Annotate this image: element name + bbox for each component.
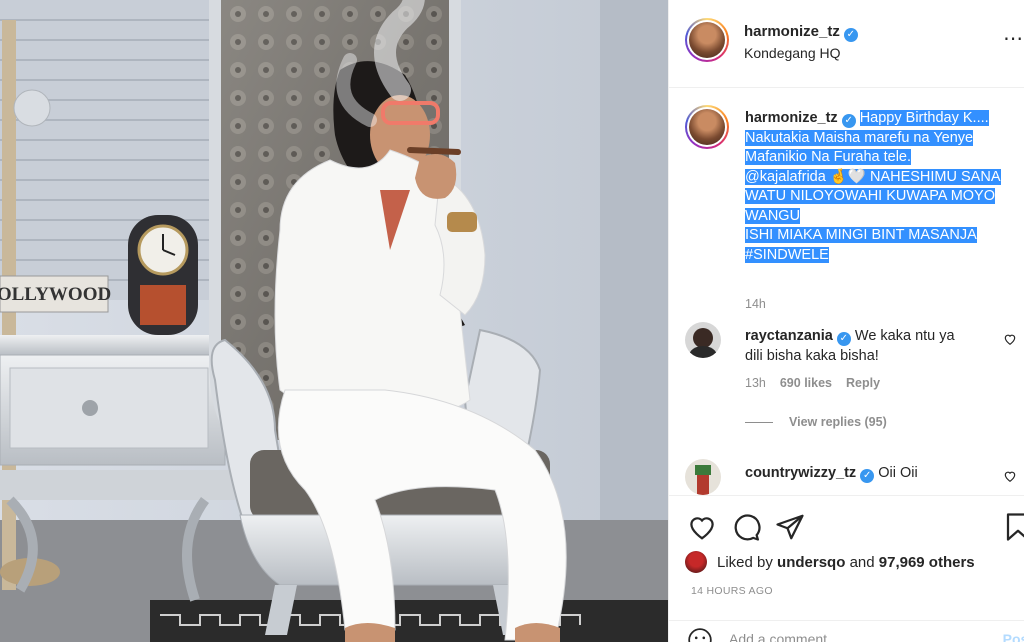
commenter-avatar[interactable]: [685, 459, 721, 495]
caption-avatar[interactable]: [685, 105, 729, 149]
reply-button[interactable]: Reply: [846, 376, 880, 390]
verified-badge-icon: ✓: [836, 332, 851, 346]
comment-meta: 13h 690 likes Reply: [745, 376, 880, 390]
caption-line: #SINDWELE: [745, 246, 829, 263]
verified-badge-icon: ✓: [841, 114, 856, 128]
commenter-username[interactable]: countrywizzy_tz: [745, 465, 856, 481]
replies-divider: [745, 422, 773, 424]
post-header: harmonize_tz ✓ Kondegang HQ ⋯: [669, 0, 1024, 88]
likes-prefix: Liked by: [717, 553, 773, 571]
post-photo[interactable]: OLLYWOOD: [0, 0, 668, 642]
share-paper-plane-icon[interactable]: [775, 512, 805, 542]
post-time-ago[interactable]: 14 HOURS AGO: [691, 585, 773, 597]
like-heart-icon[interactable]: [687, 512, 717, 542]
caption-text: harmonize_tz ✓ Happy Birthday K.... Nakut…: [745, 109, 1024, 265]
comment-likes[interactable]: 690 likes: [780, 376, 832, 390]
photo-illustration: OLLYWOOD: [0, 0, 668, 642]
caption-timestamp[interactable]: 14h: [745, 297, 766, 311]
liker-avatar[interactable]: [685, 551, 707, 573]
view-replies-button[interactable]: View replies (95): [745, 415, 887, 429]
caption-username[interactable]: harmonize_tz: [745, 110, 838, 126]
post-side-panel: harmonize_tz ✓ Kondegang HQ ⋯ harmonize_t…: [668, 0, 1024, 642]
caption-line: WATU NILOYOWAHI KUWAPA MOYO: [745, 188, 996, 204]
commenter-avatar[interactable]: [685, 322, 721, 358]
comment-bubble-icon[interactable]: [731, 512, 761, 542]
caption-line: ISHI MIAKA MINGI BINT MASANJA: [745, 227, 977, 243]
like-comment-heart-icon[interactable]: [1003, 332, 1017, 346]
liker-username[interactable]: undersqo: [777, 554, 845, 571]
emoji-smiley-icon[interactable]: [687, 627, 713, 642]
verified-badge-icon: ✓: [860, 469, 875, 483]
comment-text: countrywizzy_tz ✓ Oii Oii: [745, 463, 995, 483]
author-username[interactable]: harmonize_tz ✓: [744, 23, 858, 42]
more-options-icon[interactable]: ⋯: [1003, 26, 1024, 51]
comment-text: rayctanzania ✓ We kaka ntu ya dili bisha …: [745, 326, 995, 366]
comment-time[interactable]: 13h: [745, 376, 766, 390]
comment-body: dili bisha kaka bisha!: [745, 348, 879, 364]
post-comment-button[interactable]: Post: [1003, 631, 1024, 642]
comment-body: We kaka ntu ya: [854, 328, 955, 344]
hollywood-sign: OLLYWOOD: [0, 284, 111, 305]
save-bookmark-icon[interactable]: [1003, 512, 1024, 542]
commenter-username[interactable]: rayctanzania: [745, 328, 833, 344]
like-comment-heart-icon[interactable]: [1003, 469, 1017, 483]
caption-line: WANGU: [745, 207, 801, 224]
caption-line: @kajalafrida 🤞🤍 NAHESHIMU SANA: [745, 168, 1001, 185]
caption-line: Mafanikio Na Furaha tele.: [745, 149, 912, 165]
likes-summary[interactable]: Liked by undersqo and 97,969 others: [685, 550, 975, 574]
caption-line: Happy Birthday K....: [859, 110, 989, 126]
comments-list[interactable]: harmonize_tz ✓ Happy Birthday K.... Nakut…: [669, 89, 1024, 495]
comment-body: Oii Oii: [878, 465, 918, 481]
post-location[interactable]: Kondegang HQ: [744, 45, 841, 61]
author-avatar[interactable]: [685, 18, 729, 62]
caption-line: Nakutakia Maisha marefu na Yenye: [745, 129, 974, 146]
add-comment-bar: Add a comment… Post: [669, 620, 1024, 642]
view-replies-label: View replies (95): [789, 415, 887, 429]
likes-count[interactable]: 97,969 others: [879, 554, 975, 571]
likes-middle: and: [849, 553, 875, 571]
verified-badge-icon: ✓: [843, 28, 858, 42]
comment-input[interactable]: Add a comment…: [729, 631, 841, 642]
post-actions: Liked by undersqo and 97,969 others 14 H…: [669, 495, 1024, 642]
